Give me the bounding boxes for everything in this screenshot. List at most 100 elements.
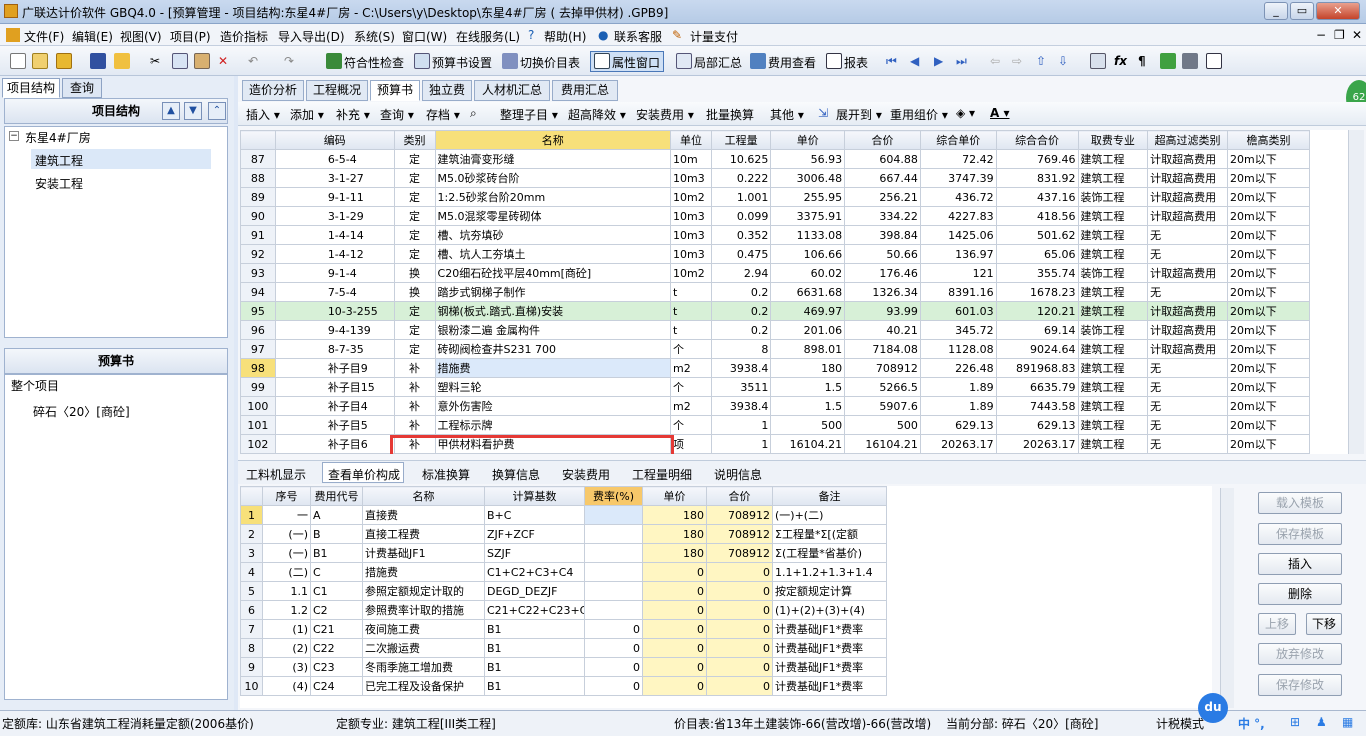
row-comp-total[interactable]: 629.13 xyxy=(995,415,1079,435)
row-number[interactable]: 89 xyxy=(240,187,276,207)
cost-col-seq[interactable]: 序号 xyxy=(262,486,311,506)
row-code[interactable]: 8-7-35 xyxy=(274,339,395,359)
row-total[interactable]: 7184.08 xyxy=(844,339,921,359)
cost-remark[interactable]: 计费基础JF1*费率 xyxy=(772,657,887,677)
row-overheight-filter[interactable]: 计取超高费用 xyxy=(1147,168,1228,188)
tab-project-overview[interactable]: 工程概况 xyxy=(306,80,368,101)
row-eave-height[interactable]: 20m以下 xyxy=(1227,206,1310,226)
row-name[interactable]: 踏步式钢梯子制作 xyxy=(434,282,672,302)
row-type[interactable]: 定 xyxy=(393,244,436,264)
row-fee-major[interactable]: 装饰工程 xyxy=(1077,320,1149,340)
row-fee-major[interactable]: 建筑工程 xyxy=(1077,206,1149,226)
row-eave-height[interactable]: 20m以下 xyxy=(1227,434,1310,454)
row-number[interactable]: 94 xyxy=(240,282,276,302)
budget-node-all[interactable]: 整个项目 xyxy=(11,377,59,394)
tab-material-display[interactable]: 工料机显示 xyxy=(246,466,306,483)
row-eave-height[interactable]: 20m以下 xyxy=(1227,396,1310,416)
row-eave-height[interactable]: 20m以下 xyxy=(1227,358,1310,378)
row-unit[interactable]: t xyxy=(670,301,712,321)
row-unit[interactable]: 个 xyxy=(670,377,712,397)
row-comp-unit-price[interactable]: 3747.39 xyxy=(919,168,997,188)
cost-total[interactable]: 708912 xyxy=(706,543,773,563)
row-overheight-filter[interactable]: 计取超高费用 xyxy=(1147,206,1228,226)
col-total[interactable]: 合价 xyxy=(844,130,921,150)
calculator-icon[interactable] xyxy=(1090,53,1106,69)
row-comp-total[interactable]: 9024.64 xyxy=(995,339,1079,359)
cost-total[interactable]: 0 xyxy=(706,638,773,658)
cost-code[interactable]: C1 xyxy=(310,581,363,601)
row-quantity[interactable]: 0.352 xyxy=(710,225,772,245)
cost-base[interactable]: ZJF+ZCF xyxy=(484,524,585,544)
minimize-button[interactable]: _ xyxy=(1264,2,1288,20)
row-comp-unit-price[interactable]: 1.89 xyxy=(919,396,997,416)
tools-icon[interactable] xyxy=(1182,53,1198,69)
row-unit[interactable]: 10m3 xyxy=(670,225,712,245)
table-row[interactable]: 97 8-7-35 定砖砌阀检查井S231 700 个 8 898.01 7184.08 11… xyxy=(240,339,1310,359)
row-comp-unit-price[interactable]: 1128.08 xyxy=(919,339,997,359)
row-code[interactable]: 3-1-29 xyxy=(274,206,395,226)
discard-changes-button[interactable]: 放弃修改 xyxy=(1258,643,1342,665)
row-unit-price[interactable]: 3006.48 xyxy=(770,168,846,188)
move-down-button[interactable]: 下移 xyxy=(1306,613,1342,635)
row-quantity[interactable]: 0.222 xyxy=(710,168,772,188)
cost-row-number[interactable]: 6 xyxy=(240,600,263,620)
row-comp-unit-price[interactable]: 20263.17 xyxy=(919,434,997,454)
row-total[interactable]: 256.21 xyxy=(844,187,921,207)
row-overheight-filter[interactable]: 计取超高费用 xyxy=(1147,339,1228,359)
cost-col-name[interactable]: 名称 xyxy=(362,486,485,506)
row-comp-unit-price[interactable]: 1425.06 xyxy=(919,225,997,245)
cost-row-number[interactable]: 3 xyxy=(240,543,263,563)
row-code[interactable]: 3-1-27 xyxy=(274,168,395,188)
row-type[interactable]: 定 xyxy=(393,187,436,207)
cost-code[interactable]: B1 xyxy=(310,543,363,563)
row-overheight-filter[interactable]: 无 xyxy=(1147,282,1228,302)
ime-toolbox-icon[interactable]: ⊞ xyxy=(1290,715,1300,729)
paste-icon[interactable] xyxy=(194,53,210,69)
cost-base[interactable]: C21+C22+C23+C24 xyxy=(484,600,585,620)
tab-convert-info[interactable]: 换算信息 xyxy=(492,466,540,483)
row-comp-total[interactable]: 418.56 xyxy=(995,206,1079,226)
row-comp-unit-price[interactable]: 601.03 xyxy=(919,301,997,321)
row-number[interactable]: 98 xyxy=(240,358,276,378)
row-eave-height[interactable]: 20m以下 xyxy=(1227,225,1310,245)
col-comp-unit-price[interactable]: 综合单价 xyxy=(919,130,997,150)
cost-unit-price[interactable]: 0 xyxy=(642,562,707,582)
row-type[interactable]: 定 xyxy=(393,149,436,169)
row-code[interactable]: 补子目5 xyxy=(274,415,395,435)
new-icon[interactable] xyxy=(10,53,26,69)
cost-total[interactable]: 0 xyxy=(706,581,773,601)
table-row[interactable]: 96 9-4-139 定银粉漆二遍 金属构件 t 0.2 201.06 40.21 345.7… xyxy=(240,320,1310,340)
cost-rate[interactable] xyxy=(584,581,643,601)
row-overheight-filter[interactable]: 无 xyxy=(1147,244,1228,264)
row-type[interactable]: 定 xyxy=(393,339,436,359)
row-fee-major[interactable]: 建筑工程 xyxy=(1077,434,1149,454)
row-comp-total[interactable]: 120.21 xyxy=(995,301,1079,321)
open-icon[interactable] xyxy=(56,53,72,69)
up-arrow-icon[interactable]: ⇧ xyxy=(1036,54,1046,68)
row-number[interactable]: 100 xyxy=(240,396,276,416)
cost-base[interactable]: SZJF xyxy=(484,543,585,563)
cost-seq[interactable]: 1.2 xyxy=(262,600,311,620)
col-quantity[interactable]: 工程量 xyxy=(710,130,772,150)
cost-rate[interactable] xyxy=(584,543,643,563)
row-unit-price[interactable]: 60.02 xyxy=(770,263,846,283)
row-eave-height[interactable]: 20m以下 xyxy=(1227,282,1310,302)
cost-rate[interactable] xyxy=(584,600,643,620)
row-number[interactable]: 92 xyxy=(240,244,276,264)
cost-base[interactable]: B1 xyxy=(484,619,585,639)
row-comp-unit-price[interactable]: 345.72 xyxy=(919,320,997,340)
row-type[interactable]: 补 xyxy=(393,396,436,416)
cost-col-remark[interactable]: 备注 xyxy=(772,486,887,506)
cost-code[interactable]: C24 xyxy=(310,676,363,696)
row-unit-price[interactable]: 6631.68 xyxy=(770,282,846,302)
tab-quantity-detail[interactable]: 工程量明细 xyxy=(632,466,692,483)
row-comp-unit-price[interactable]: 226.48 xyxy=(919,358,997,378)
row-quantity[interactable]: 0.099 xyxy=(710,206,772,226)
row-comp-unit-price[interactable]: 8391.16 xyxy=(919,282,997,302)
row-overheight-filter[interactable]: 计取超高费用 xyxy=(1147,301,1228,321)
row-name[interactable]: 钢梯(板式.踏式.直梯)安装 xyxy=(434,301,672,321)
cost-row[interactable]: 4 (二) C 措施费 C1+C2+C3+C4 0 0 1.1+1.2+1.3+1.4 xyxy=(240,562,887,582)
row-comp-total[interactable]: 355.74 xyxy=(995,263,1079,283)
row-quantity[interactable]: 0.2 xyxy=(710,320,772,340)
row-type[interactable]: 换 xyxy=(393,282,436,302)
